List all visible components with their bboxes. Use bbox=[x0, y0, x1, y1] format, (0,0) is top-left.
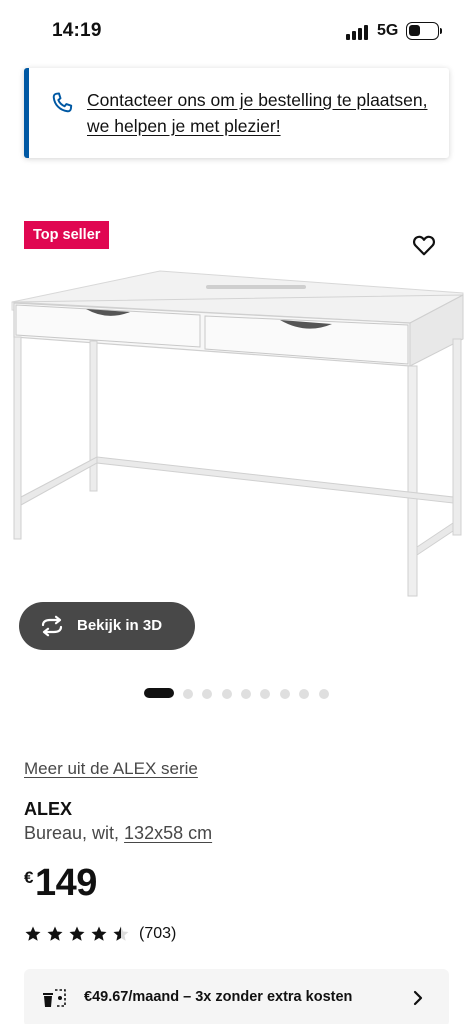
price-currency: € bbox=[24, 868, 34, 887]
product-type: Bureau, wit, bbox=[24, 823, 125, 843]
star-icon bbox=[25, 926, 41, 941]
network-label: 5G bbox=[377, 22, 399, 39]
phone-icon bbox=[52, 92, 73, 113]
star-icon bbox=[47, 926, 63, 941]
star-icon bbox=[91, 926, 107, 941]
top-seller-badge: Top seller bbox=[24, 221, 110, 249]
view-3d-button[interactable]: Bekijk in 3D bbox=[19, 602, 195, 650]
carousel-dot[interactable] bbox=[280, 689, 290, 699]
battery-tip bbox=[440, 28, 442, 34]
installment-bar[interactable]: €49.67/maand – 3x zonder extra kosten bbox=[24, 969, 449, 1024]
chevron-right-icon bbox=[413, 990, 423, 1006]
price-amount: 149 bbox=[35, 862, 97, 904]
view-3d-label: Bekijk in 3D bbox=[77, 617, 163, 634]
installment-text: €49.67/maand – 3x zonder extra kosten bbox=[84, 989, 353, 1005]
carousel-dot[interactable] bbox=[241, 689, 251, 699]
carousel-dot[interactable] bbox=[299, 689, 309, 699]
signal-icon bbox=[346, 24, 370, 40]
product-gallery[interactable]: Top seller bbox=[0, 210, 473, 670]
desk-image bbox=[11, 270, 464, 597]
carousel-dot[interactable] bbox=[319, 689, 329, 699]
carousel-dot[interactable] bbox=[183, 689, 193, 699]
heart-icon[interactable] bbox=[411, 232, 437, 258]
product-name: ALEX bbox=[24, 799, 73, 819]
battery-icon bbox=[406, 22, 439, 40]
dimensions-link[interactable]: 132x58 cm bbox=[124, 823, 212, 843]
carousel-dot[interactable] bbox=[222, 689, 232, 699]
status-time: 14:19 bbox=[52, 20, 102, 41]
series-link[interactable]: Meer uit de ALEX serie bbox=[24, 759, 198, 779]
product-description: Bureau, wit, 132x58 cm bbox=[24, 823, 212, 844]
star-icon bbox=[69, 926, 85, 941]
battery-fill bbox=[409, 25, 420, 36]
rating[interactable]: (703) bbox=[24, 925, 224, 945]
rating-count: (703) bbox=[139, 925, 177, 942]
contact-banner[interactable]: Contacteer ons om je bestelling te plaat… bbox=[24, 68, 449, 158]
rotate-icon bbox=[41, 615, 63, 637]
carousel-dot[interactable] bbox=[260, 689, 270, 699]
carousel-dot[interactable] bbox=[144, 688, 174, 698]
carousel-dot[interactable] bbox=[202, 689, 212, 699]
installment-icon bbox=[43, 989, 66, 1007]
status-bar: 14:19 5G bbox=[0, 0, 473, 64]
star-half-icon bbox=[113, 926, 129, 941]
contact-link[interactable]: Contacteer ons om je bestelling te plaat… bbox=[87, 87, 447, 139]
